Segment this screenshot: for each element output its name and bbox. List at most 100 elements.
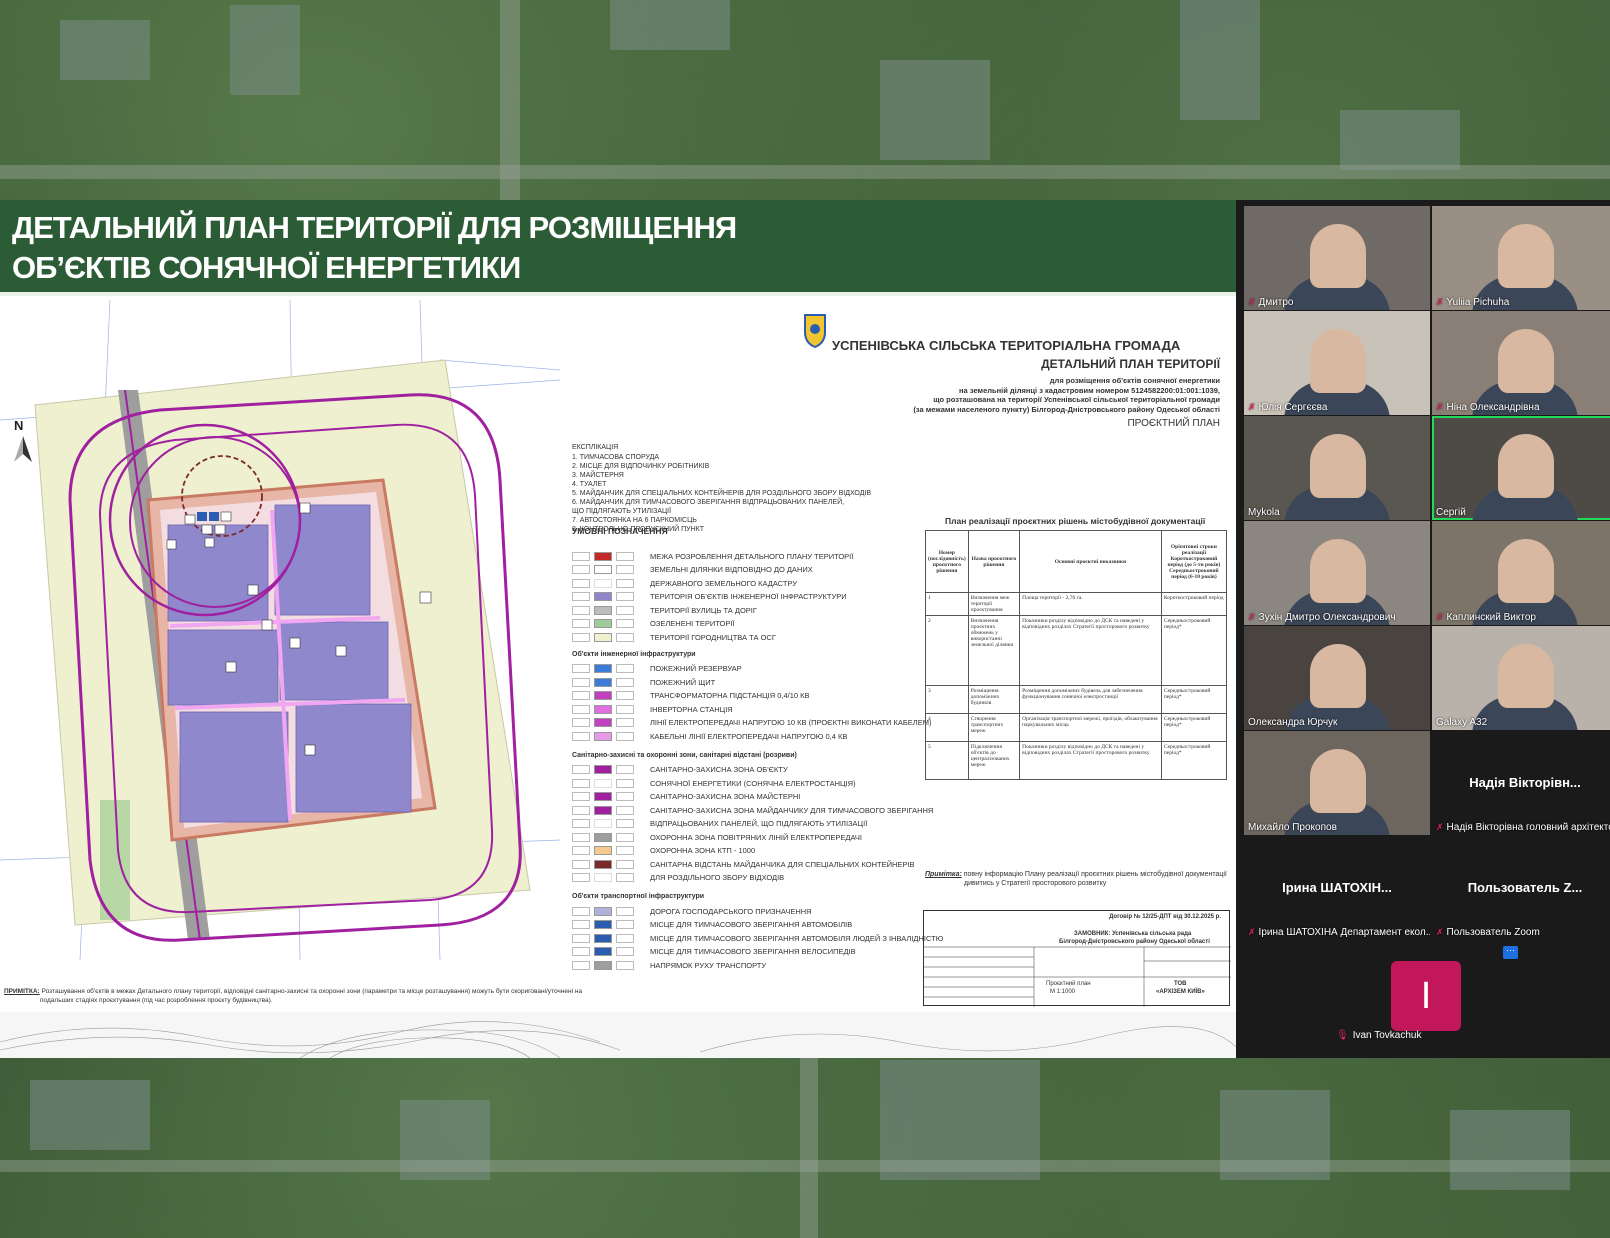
legend-swatch bbox=[616, 920, 634, 929]
participant-tile[interactable]: Олександра Юрчук bbox=[1244, 626, 1430, 730]
legend-swatch bbox=[594, 765, 612, 774]
participant-tile[interactable]: ✗ Зухін Дмитро Олександрович bbox=[1244, 521, 1430, 625]
legend-swatch bbox=[594, 704, 612, 714]
legend-swatch bbox=[572, 578, 590, 588]
legend-swatch bbox=[594, 906, 612, 916]
legend-item: САНІТАРНА ВІДСТАНЬ МАЙДАНЧИКА ДЛЯ СПЕЦІА… bbox=[572, 858, 915, 870]
legend-swatch bbox=[616, 677, 634, 687]
legend-item: КАБЕЛЬНІ ЛІНІЇ ЕЛЕКТРОПЕРЕДАЧІ НАПРУГОЮ … bbox=[572, 730, 847, 742]
legend-swatch bbox=[616, 565, 634, 574]
mic-muted-icon: ✗ bbox=[1248, 612, 1256, 622]
table-cell: Створення транспортних мереж bbox=[967, 713, 1021, 742]
implementation-table: Номер (послідовність) проєктного рішення… bbox=[925, 530, 1228, 780]
legend-item: ТЕРИТОРІЯ ОБ'ЄКТІВ ІНЖЕНЕРНОЇ ІНФРАСТРУК… bbox=[572, 591, 847, 603]
participant-name-label: ✗ Каплинский Виктор bbox=[1436, 612, 1536, 623]
legend-item: МІСЦЕ ДЛЯ ТИМЧАСОВОГО ЗБЕРІГАННЯ АВТОМОБ… bbox=[572, 919, 852, 931]
legend-label: МЕЖА РОЗРОБЛЕННЯ ДЕТАЛЬНОГО ПЛАНУ ТЕРИТО… bbox=[650, 551, 854, 561]
participant-video bbox=[1498, 644, 1554, 708]
participant-video bbox=[1498, 434, 1554, 498]
table-cell: 1 bbox=[925, 592, 969, 616]
explication-item: 7. АВТОСТОЯНКА НА 6 ПАРКОМІСЦЬ bbox=[572, 517, 697, 524]
participant-name: Михайло Прокопов bbox=[1248, 822, 1337, 833]
participant-tile[interactable]: ✗ Юлія Сергєєва bbox=[1244, 311, 1430, 415]
legend-item: ІНВЕРТОРНА СТАНЦІЯ bbox=[572, 703, 733, 715]
self-avatar[interactable]: I bbox=[1391, 961, 1461, 1031]
participant-name-label: ✗ Пользователь Zoom bbox=[1436, 927, 1540, 938]
participant-tile[interactable]: Надія Вікторівн... ✗ Надія Вікторівна голо… bbox=[1432, 731, 1610, 835]
explication-item: 2. МІСЦЕ ДЛЯ ВІДПОЧИНКУ РОБІТНИКІВ bbox=[572, 463, 710, 470]
table-cell: Показники розділу відповідно до ДСК та н… bbox=[1019, 615, 1162, 686]
implementation-note: Примітка: повну інформацію Плану реаліза… bbox=[925, 870, 1230, 888]
legend-swatch bbox=[572, 551, 590, 561]
table-header-cell: Основні проєктні показники bbox=[1019, 530, 1162, 593]
legend-item: ТЕРИТОРІЇ ВУЛИЦЬ ТА ДОРІГ bbox=[572, 604, 757, 616]
legend-swatch bbox=[616, 906, 634, 916]
legend-label: НАПРЯМОК РУХУ ТРАНСПОРТУ bbox=[650, 960, 767, 970]
participant-tile[interactable]: Ірина ШАТОХІН... ✗ Ірина ШАТОХІНА Департам… bbox=[1244, 836, 1430, 940]
legend-swatch bbox=[572, 819, 590, 828]
table-cell: Показники розділу відповідно до ДСК та н… bbox=[1019, 741, 1162, 780]
legend-swatch bbox=[616, 578, 634, 588]
plan-subtitle: для розміщення об'єктів сонячної енергет… bbox=[860, 376, 1220, 414]
table-cell: Середньостроковий період* bbox=[1160, 713, 1228, 742]
legend-swatch bbox=[594, 664, 612, 673]
legend-swatch bbox=[616, 718, 634, 727]
table-header-cell: Назва проєктного рішення bbox=[967, 530, 1021, 593]
legend-label: ПОЖЕЖНИЙ РЕЗЕРВУАР bbox=[650, 664, 742, 673]
participant-tile[interactable]: Mykola bbox=[1244, 416, 1430, 520]
participant-tile[interactable]: Михайло Прокопов bbox=[1244, 731, 1430, 835]
bottom-note-text: Розташування об'єктів в межах Детального… bbox=[41, 988, 583, 995]
community-name: УСПЕНІВСЬКА СІЛЬСЬКА ТЕРИТОРІАЛЬНА ГРОМА… bbox=[832, 338, 1181, 353]
plan-subtitle-line: (за межами населеного пункту) Білгород-Д… bbox=[913, 404, 1220, 414]
participant-tile[interactable]: ✗ Ніна Олександрівна bbox=[1432, 311, 1610, 415]
legend-item: ЗЕМЕЛЬНІ ДІЛЯНКИ ВІДПОВІДНО ДО ДАНИХ bbox=[572, 564, 813, 576]
participant-tile[interactable]: Сергій bbox=[1432, 416, 1610, 520]
legend-swatch bbox=[572, 704, 590, 714]
legend-section-title: Об'єкти транспортної інфраструктури bbox=[572, 893, 705, 900]
legend-swatch bbox=[616, 632, 634, 642]
explication-item: 6. МАЙДАНЧИК ДЛЯ ТИМЧАСОВОГО ЗБЕРІГАННЯ … bbox=[572, 499, 845, 506]
north-arrow-icon bbox=[14, 436, 32, 462]
legend-swatch bbox=[616, 691, 634, 700]
participant-gallery: ✗ Дмитро ✗ Yuliia Pichuha ✗ Юлія Сергєєва ✗ Нін… bbox=[1236, 200, 1610, 1058]
plan-kind: ПРОЄКТНИЙ ПЛАН bbox=[1127, 418, 1220, 429]
participant-tile[interactable]: ✗ Yuliia Pichuha bbox=[1432, 206, 1610, 310]
participant-name-label: Михайло Прокопов bbox=[1248, 822, 1337, 833]
legend-item: ВІДПРАЦЬОВАНИХ ПАНЕЛЕЙ, ЩО ПІДЛЯГАЮТЬ УТ… bbox=[572, 818, 867, 830]
participant-name: Mykola bbox=[1248, 507, 1280, 518]
legend-swatch bbox=[594, 960, 612, 970]
legend-item: ПОЖЕЖНИЙ ЩИТ bbox=[572, 676, 715, 688]
legend-swatch bbox=[594, 565, 612, 574]
legend-swatch bbox=[594, 859, 612, 869]
note-text: дивитись у Стратегії просторового розвит… bbox=[964, 880, 1107, 887]
legend-swatch bbox=[616, 846, 634, 855]
explication-list: 1. ТИМЧАСОВА СПОРУДА 2. МІСЦЕ ДЛЯ ВІДПОЧИ… bbox=[572, 453, 871, 534]
mic-muted-icon: ✗ bbox=[1436, 402, 1444, 412]
more-participants-button[interactable]: ··· bbox=[1503, 946, 1518, 959]
legend-swatch bbox=[616, 704, 634, 714]
participant-tile[interactable]: ✗ Дмитро bbox=[1244, 206, 1430, 310]
participant-name-label: ✗ Ніна Олександрівна bbox=[1436, 402, 1540, 413]
legend-swatch bbox=[572, 920, 590, 929]
legend-swatch bbox=[594, 605, 612, 615]
participant-tile[interactable]: Пользователь Z... ✗ Пользователь Zoom bbox=[1432, 836, 1610, 940]
participant-tile[interactable]: Galaxy A32 bbox=[1432, 626, 1610, 730]
stamp-grid bbox=[924, 946, 1231, 1007]
bottom-note: ПРИМІТКА: Розташування об'єктів в межах … bbox=[4, 988, 644, 1005]
legend-swatch bbox=[616, 731, 634, 741]
participant-tile[interactable]: ✗ Каплинский Виктор bbox=[1432, 521, 1610, 625]
legend-swatch bbox=[594, 632, 612, 642]
participant-video bbox=[1310, 749, 1366, 813]
legend-label: ОХОРОННА ЗОНА ПОВІТРЯНИХ ЛІНІЙ ЕЛЕКТРОПЕ… bbox=[650, 832, 862, 842]
implementation-title: План реалізації проєктних рішень містобу… bbox=[945, 516, 1206, 526]
legend-swatch bbox=[572, 947, 590, 956]
participant-video bbox=[1310, 644, 1366, 708]
participant-name-label: Олександра Юрчук bbox=[1248, 717, 1337, 728]
plan-title: ДЕТАЛЬНИЙ ПЛАН ТЕРИТОРІЇ bbox=[1041, 357, 1220, 371]
legend-label: ТЕРИТОРІЯ ОБ'ЄКТІВ ІНЖЕНЕРНОЇ ІНФРАСТРУК… bbox=[650, 592, 847, 601]
legend-swatch bbox=[616, 805, 634, 815]
mic-muted-icon: ✗ bbox=[1248, 297, 1256, 307]
table-cell: 4 bbox=[925, 713, 969, 742]
explication-item: 4. ТУАЛЕТ bbox=[572, 481, 607, 488]
legend-swatch bbox=[572, 605, 590, 615]
